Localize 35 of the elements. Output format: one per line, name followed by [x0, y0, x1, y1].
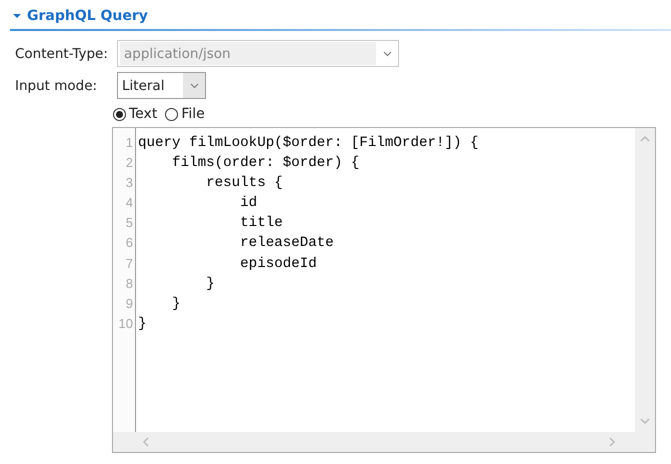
code-line: title — [239, 214, 284, 234]
code-line: results { — [205, 174, 284, 194]
collapse-caret-icon[interactable] — [13, 13, 21, 19]
input-mode-dropdown[interactable]: Literal — [117, 72, 206, 99]
line-number: 3 — [124, 174, 134, 192]
code-line: } — [138, 314, 148, 334]
code-line: episodeId — [239, 254, 318, 274]
line-number: 6 — [124, 234, 134, 252]
code-line: } — [171, 294, 182, 314]
scroll-down-icon[interactable] — [640, 418, 650, 424]
line-number: 10 — [118, 314, 134, 333]
scroll-up-icon[interactable] — [640, 136, 650, 142]
horizontal-scrollbar[interactable] — [113, 432, 635, 452]
field-label: Input mode: — [14, 78, 98, 94]
radio-button[interactable]: Text — [113, 106, 158, 122]
line-number: 2 — [124, 154, 134, 172]
radio-button[interactable]: File — [165, 106, 205, 122]
dropdown-caret-icon[interactable] — [190, 82, 198, 88]
line-number: 7 — [124, 254, 134, 273]
line-number: 4 — [124, 194, 134, 212]
line-number: 8 — [124, 274, 134, 293]
field-label: Content-Type: — [14, 46, 109, 62]
code-line: films(order: $order) { — [171, 154, 360, 174]
line-number: 9 — [124, 294, 134, 313]
scroll-right-icon[interactable] — [609, 437, 615, 447]
code-line: } — [205, 274, 216, 294]
vertical-scrollbar[interactable] — [635, 128, 655, 432]
section-title: GraphQL Query — [27, 8, 148, 24]
scroll-left-icon[interactable] — [143, 437, 149, 447]
code-line: query filmLookUp($order: [FilmOrder!]) { — [138, 134, 479, 153]
code-line: releaseDate — [239, 234, 335, 254]
code-editor[interactable]: 1 2 3 4 5 6 7 8 9 10 query filmLookUp($order: [FilmOrder!]) { films(order: $order) { results { id title releaseDate episodeId } } } — [112, 127, 656, 453]
code-line: id — [239, 194, 258, 214]
line-number: 5 — [124, 214, 134, 232]
line-number: 1 — [124, 134, 134, 152]
